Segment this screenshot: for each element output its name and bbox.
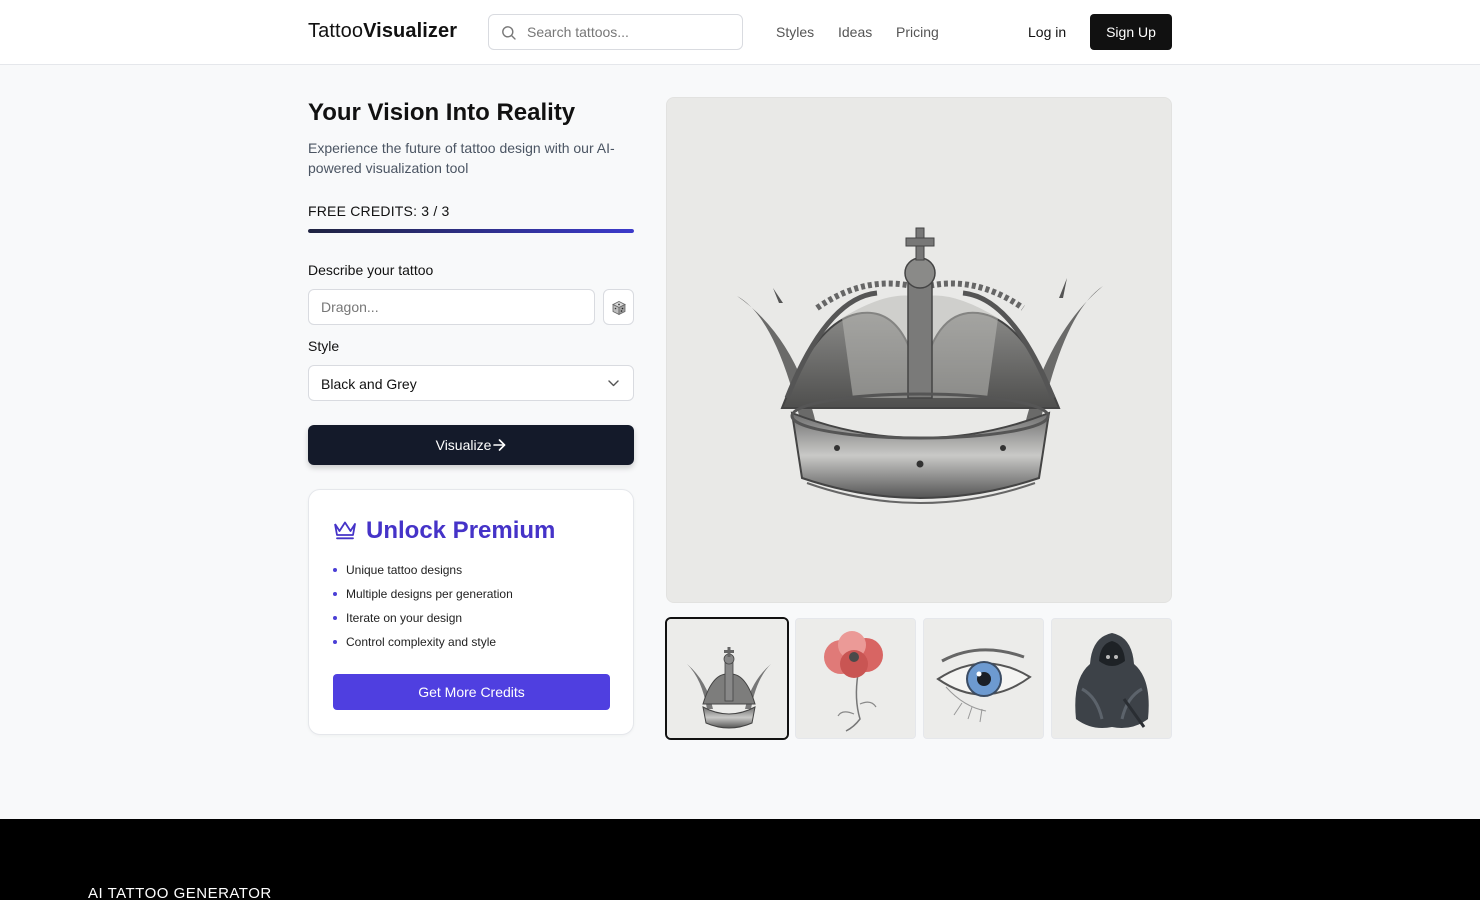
signup-button[interactable]: Sign Up: [1090, 14, 1172, 50]
arrow-right-icon: [493, 439, 506, 451]
logo-text-bold: Visualizer: [363, 20, 458, 42]
footer-title: AI TATTOO GENERATOR: [88, 885, 272, 900]
search-icon: [502, 26, 516, 40]
random-prompt-button[interactable]: [603, 289, 634, 325]
credits-progress-bar: [308, 229, 634, 233]
style-select[interactable]: Black and Grey: [308, 365, 634, 401]
thumbnail-eye[interactable]: [923, 618, 1044, 739]
nav-pricing[interactable]: Pricing: [896, 24, 939, 40]
credits-progress-fill: [308, 229, 634, 233]
thumbnail-reaper[interactable]: [1051, 618, 1172, 739]
chevron-down-icon: [608, 380, 619, 387]
tattoo-preview-image: [666, 97, 1172, 603]
premium-feature: Unique tattoo designs: [333, 562, 513, 586]
search-input[interactable]: [527, 15, 732, 49]
get-more-credits-button[interactable]: Get More Credits: [333, 674, 610, 710]
thumbnail-crown[interactable]: [665, 617, 789, 740]
premium-feature-list: Unique tattoo designs Multiple designs p…: [333, 562, 513, 658]
crown-icon: [334, 521, 356, 540]
prompt-label: Describe your tattoo: [308, 262, 434, 278]
nav-styles[interactable]: Styles: [776, 24, 814, 40]
login-link[interactable]: Log in: [1028, 24, 1066, 40]
crown-tattoo-illustration: [667, 98, 1171, 602]
premium-feature: Control complexity and style: [333, 634, 513, 658]
top-header: TattooVisualizer Styles Ideas Pricing Lo…: [0, 0, 1480, 65]
premium-feature: Iterate on your design: [333, 610, 513, 634]
visualize-button[interactable]: Visualize: [308, 425, 634, 465]
search-box[interactable]: [488, 14, 743, 50]
prompt-input[interactable]: [308, 289, 595, 325]
premium-card: Unlock Premium Unique tattoo designs Mul…: [308, 489, 634, 735]
style-label: Style: [308, 338, 340, 354]
nav-ideas[interactable]: Ideas: [838, 24, 872, 40]
premium-title: Unlock Premium: [366, 517, 556, 544]
logo-text-regular: Tattoo: [308, 20, 364, 42]
logo[interactable]: TattooVisualizer: [308, 20, 457, 43]
premium-feature: Multiple designs per generation: [333, 586, 513, 610]
visualize-label: Visualize: [435, 437, 492, 453]
thumbnail-poppy[interactable]: [795, 618, 916, 739]
style-select-value: Black and Grey: [321, 376, 417, 392]
page-title: Your Vision Into Reality: [308, 99, 576, 126]
footer: AI TATTOO GENERATOR: [0, 819, 1480, 900]
page-subtitle: Experience the future of tattoo design w…: [308, 140, 615, 176]
dice-icon: [612, 301, 626, 316]
credits-label: FREE CREDITS: 3 / 3: [308, 203, 450, 219]
